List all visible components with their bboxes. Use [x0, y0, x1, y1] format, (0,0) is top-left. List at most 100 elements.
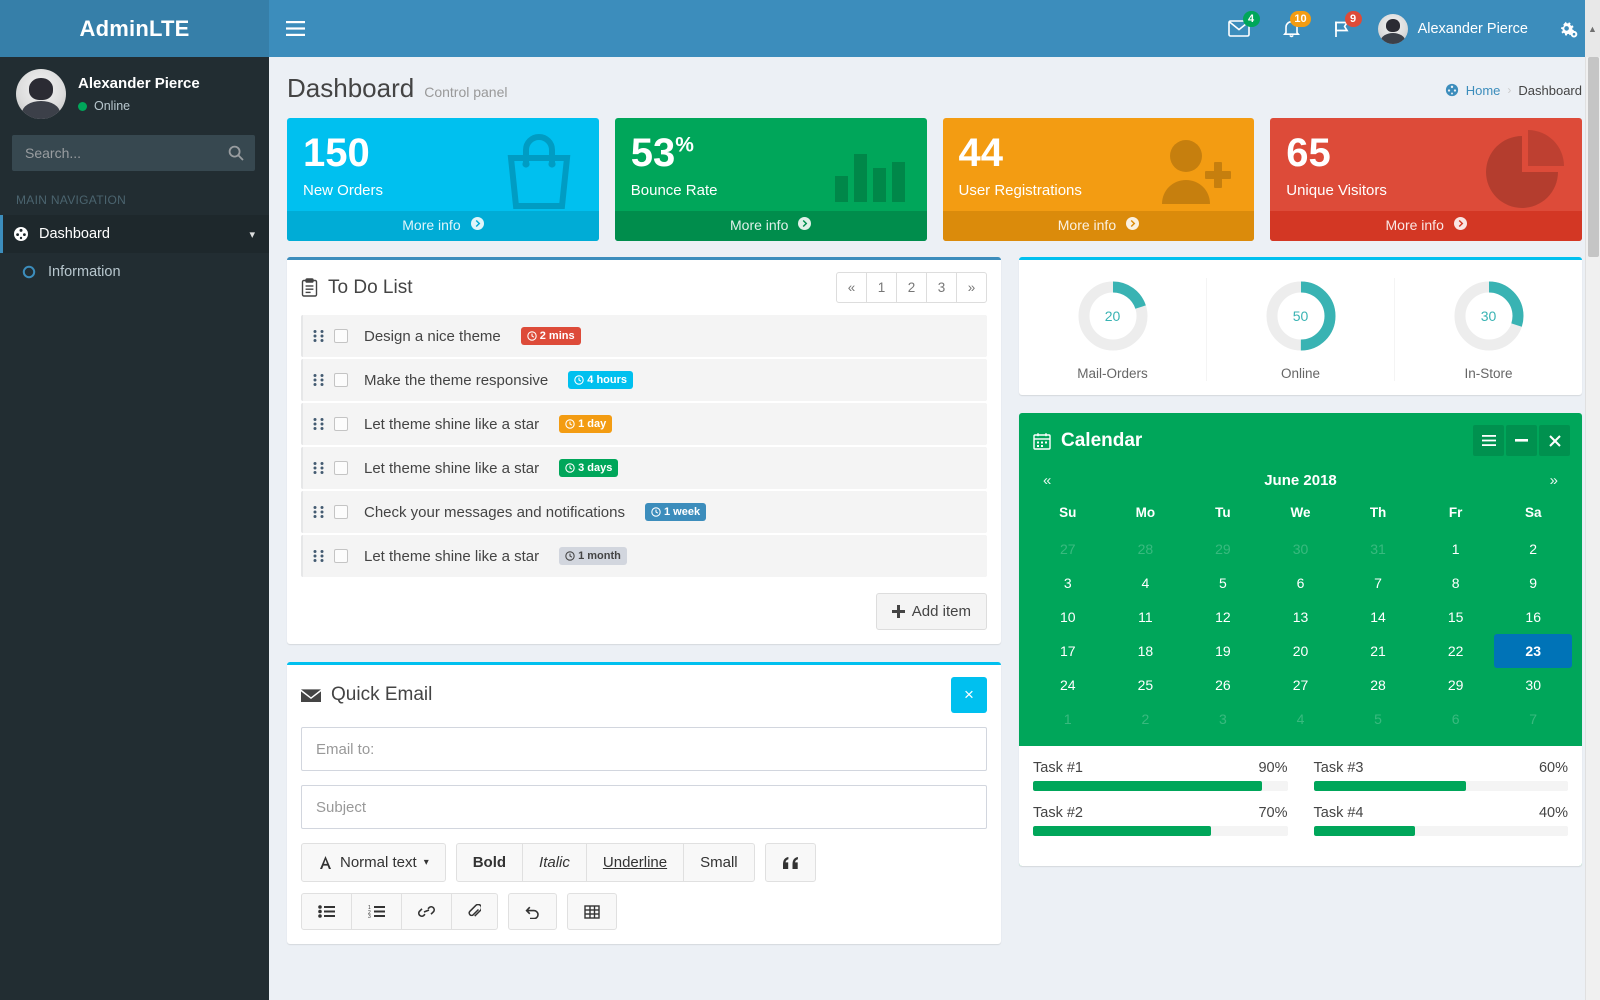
calendar-close-button[interactable] [1539, 425, 1570, 456]
calendar-day[interactable]: 6 [1417, 702, 1495, 736]
user-registrations-more-info[interactable]: More info [942, 211, 1255, 241]
pagination-page-3[interactable]: 3 [926, 272, 957, 303]
pagination-prev[interactable]: « [836, 272, 867, 303]
todo-checkbox[interactable] [334, 373, 348, 387]
user-menu-button[interactable]: Alexander Pierce [1368, 0, 1542, 57]
calendar-day-today[interactable]: 23 [1494, 634, 1572, 668]
calendar-day[interactable]: 13 [1262, 600, 1340, 634]
drag-handle-icon[interactable] [313, 329, 324, 343]
calendar-day[interactable]: 29 [1417, 668, 1495, 702]
calendar-day[interactable]: 3 [1184, 702, 1262, 736]
calendar-day[interactable]: 11 [1107, 600, 1185, 634]
calendar-day[interactable]: 14 [1339, 600, 1417, 634]
new-orders-more-info[interactable]: More info [287, 211, 599, 241]
subject-field[interactable] [301, 785, 987, 829]
calendar-day[interactable]: 7 [1339, 566, 1417, 600]
sidebar-item-dashboard[interactable]: Dashboard ▾ [0, 215, 269, 253]
todo-item[interactable]: Let theme shine like a star 1 day [301, 403, 987, 445]
calendar-day[interactable]: 30 [1494, 668, 1572, 702]
breadcrumb-home[interactable]: Home [1466, 83, 1501, 98]
search-button[interactable] [218, 136, 254, 170]
search-input[interactable] [13, 145, 218, 161]
calendar-day[interactable]: 1 [1029, 702, 1107, 736]
todo-checkbox[interactable] [334, 505, 348, 519]
todo-checkbox[interactable] [334, 329, 348, 343]
todo-item[interactable]: Design a nice theme 2 mins [301, 315, 987, 357]
calendar-day[interactable]: 7 [1494, 702, 1572, 736]
calendar-day[interactable]: 24 [1029, 668, 1107, 702]
bold-button[interactable]: Bold [455, 843, 524, 882]
calendar-day[interactable]: 25 [1107, 668, 1185, 702]
calendar-day[interactable]: 20 [1262, 634, 1340, 668]
calendar-day[interactable]: 4 [1262, 702, 1340, 736]
add-item-button[interactable]: Add item [875, 593, 987, 630]
calendar-day[interactable]: 12 [1184, 600, 1262, 634]
calendar-day[interactable]: 5 [1184, 566, 1262, 600]
page-scrollbar-track[interactable] [1585, 57, 1600, 1000]
calendar-day[interactable]: 19 [1184, 634, 1262, 668]
calendar-day[interactable]: 26 [1184, 668, 1262, 702]
calendar-day[interactable]: 22 [1417, 634, 1495, 668]
todo-checkbox[interactable] [334, 417, 348, 431]
calendar-day[interactable]: 1 [1417, 532, 1495, 566]
email-to-field[interactable] [301, 727, 987, 771]
calendar-next-month[interactable]: » [1544, 472, 1564, 489]
calendar-menu-button[interactable] [1473, 425, 1504, 456]
calendar-day[interactable]: 17 [1029, 634, 1107, 668]
calendar-day[interactable]: 31 [1339, 532, 1417, 566]
todo-item[interactable]: Let theme shine like a star 3 days [301, 447, 987, 489]
scrollbar-up-arrow[interactable]: ▲ [1585, 0, 1600, 57]
drag-handle-icon[interactable] [313, 417, 324, 431]
drag-handle-icon[interactable] [313, 505, 324, 519]
unordered-list-button[interactable] [301, 893, 352, 930]
todo-item[interactable]: Make the theme responsive 4 hours [301, 359, 987, 401]
unique-visitors-more-info[interactable]: More info [1270, 211, 1582, 241]
calendar-day[interactable]: 8 [1417, 566, 1495, 600]
calendar-day[interactable]: 30 [1262, 532, 1340, 566]
calendar-day[interactable]: 27 [1029, 532, 1107, 566]
calendar-day[interactable]: 28 [1107, 532, 1185, 566]
calendar-day[interactable]: 4 [1107, 566, 1185, 600]
calendar-day[interactable]: 27 [1262, 668, 1340, 702]
messages-menu-button[interactable]: 4 [1212, 0, 1266, 57]
sidebar-item-information[interactable]: Information [0, 253, 269, 291]
close-icon[interactable]: × [951, 677, 987, 713]
drag-handle-icon[interactable] [313, 373, 324, 387]
small-button[interactable]: Small [683, 843, 755, 882]
notifications-menu-button[interactable]: 10 [1266, 0, 1317, 57]
calendar-day[interactable]: 28 [1339, 668, 1417, 702]
calendar-prev-month[interactable]: « [1037, 472, 1057, 489]
calendar-day[interactable]: 21 [1339, 634, 1417, 668]
pagination-next[interactable]: » [956, 272, 987, 303]
pagination-page-2[interactable]: 2 [896, 272, 927, 303]
app-logo[interactable]: AdminLTE [0, 0, 269, 57]
calendar-day[interactable]: 5 [1339, 702, 1417, 736]
calendar-day[interactable]: 6 [1262, 566, 1340, 600]
calendar-day[interactable]: 10 [1029, 600, 1107, 634]
calendar-minimize-button[interactable] [1506, 425, 1537, 456]
drag-handle-icon[interactable] [313, 461, 324, 475]
blockquote-button[interactable] [764, 843, 816, 882]
calendar-day[interactable]: 15 [1417, 600, 1495, 634]
underline-button[interactable]: Underline [585, 843, 685, 882]
link-button[interactable] [401, 893, 452, 930]
calendar-day[interactable]: 18 [1107, 634, 1185, 668]
normal-text-dropdown[interactable]: Normal text ▾ [301, 843, 446, 882]
calendar-day[interactable]: 2 [1494, 532, 1572, 566]
table-button[interactable] [567, 893, 617, 930]
todo-checkbox[interactable] [334, 461, 348, 475]
attachment-button[interactable] [451, 893, 498, 930]
calendar-day[interactable]: 9 [1494, 566, 1572, 600]
todo-item[interactable]: Check your messages and notifications 1 … [301, 491, 987, 533]
calendar-day[interactable]: 29 [1184, 532, 1262, 566]
page-scrollbar-thumb[interactable] [1588, 57, 1599, 257]
tasks-menu-button[interactable]: 9 [1317, 0, 1368, 57]
bounce-rate-more-info[interactable]: More info [614, 211, 927, 241]
ordered-list-button[interactable]: 123 [351, 893, 402, 930]
todo-checkbox[interactable] [334, 549, 348, 563]
todo-item[interactable]: Let theme shine like a star 1 month [301, 535, 987, 577]
italic-button[interactable]: Italic [522, 843, 587, 882]
calendar-day[interactable]: 16 [1494, 600, 1572, 634]
calendar-day[interactable]: 3 [1029, 566, 1107, 600]
drag-handle-icon[interactable] [313, 549, 324, 563]
